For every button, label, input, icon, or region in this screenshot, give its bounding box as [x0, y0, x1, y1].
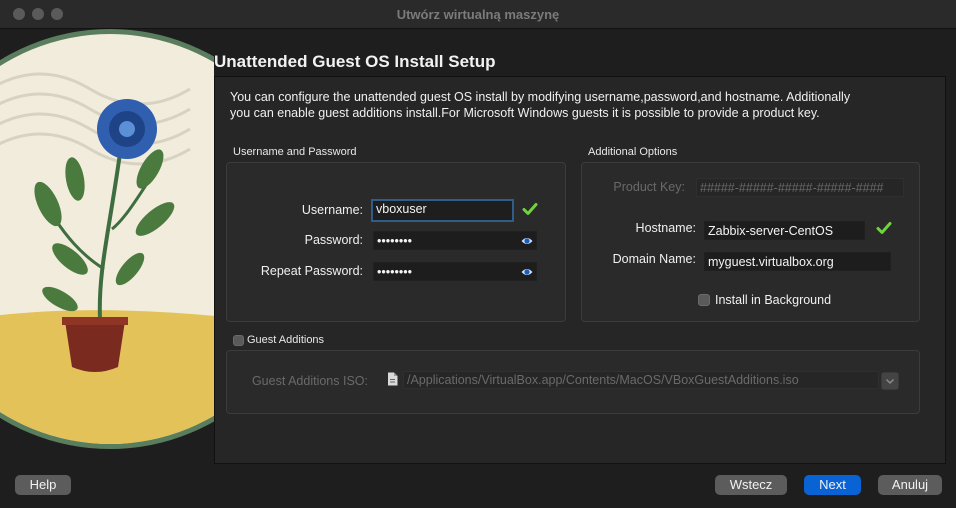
username-label: Username: [301, 203, 363, 217]
password-label: Password: [304, 233, 363, 247]
hostname-valid-check-icon [876, 222, 892, 234]
iso-dropdown-button[interactable] [881, 372, 899, 390]
repeat-password-value: •••••••• [377, 265, 413, 279]
window-title: Utwórz wirtualną maszynę [396, 7, 560, 22]
page-title: Unattended Guest OS Install Setup [214, 52, 496, 71]
guest-additions-iso-value: /Applications/VirtualBox.app/Contents/Ma… [407, 373, 799, 387]
guest-additions-checkbox[interactable] [233, 335, 244, 346]
repeat-password-label: Repeat Password: [260, 264, 363, 278]
repeat-password-input[interactable]: •••••••• [373, 262, 537, 281]
product-key-input[interactable]: #####-#####-#####-#####-#### [696, 178, 904, 197]
guest-additions-label: Guest Additions [247, 334, 325, 346]
install-in-background-checkbox[interactable] [698, 294, 710, 306]
additional-options-section-label: Additional Options [588, 146, 678, 158]
password-input[interactable]: •••••••• [373, 231, 537, 250]
hostname-input[interactable]: Zabbix-server-CentOS [704, 221, 865, 240]
domain-name-label: Domain Name: [612, 252, 696, 266]
username-valid-check-icon [522, 203, 538, 215]
password-value: •••••••• [377, 234, 413, 248]
hostname-label: Hostname: [635, 221, 696, 235]
title-bar: Utwórz wirtualną maszynę [0, 0, 956, 29]
product-key-label: Product Key: [613, 180, 685, 194]
wizard-illustration [0, 29, 214, 469]
chevron-down-icon [885, 378, 895, 385]
hostname-value: Zabbix-server-CentOS [708, 224, 834, 238]
next-button[interactable]: Next [804, 475, 861, 495]
username-password-section-label: Username and Password [233, 146, 357, 158]
guest-additions-iso-input[interactable]: /Applications/VirtualBox.app/Contents/Ma… [403, 371, 879, 389]
cancel-button[interactable]: Anuluj [878, 475, 942, 495]
username-value: vboxuser [376, 202, 427, 216]
product-key-value: #####-#####-#####-#####-#### [700, 181, 884, 195]
help-button[interactable]: Help [15, 475, 71, 495]
back-button[interactable]: Wstecz [715, 475, 787, 495]
page-description: You can configure the unattended guest O… [230, 90, 851, 120]
username-input[interactable]: vboxuser [371, 199, 514, 222]
show-repeat-password-icon[interactable] [521, 266, 533, 278]
domain-name-value: myguest.virtualbox.org [708, 255, 834, 269]
show-password-icon[interactable] [521, 235, 533, 247]
install-in-background-label: Install in Background [715, 293, 832, 307]
guest-additions-iso-label: Guest Additions ISO: [251, 374, 368, 388]
domain-name-input[interactable]: myguest.virtualbox.org [704, 252, 891, 271]
file-icon [388, 372, 398, 386]
